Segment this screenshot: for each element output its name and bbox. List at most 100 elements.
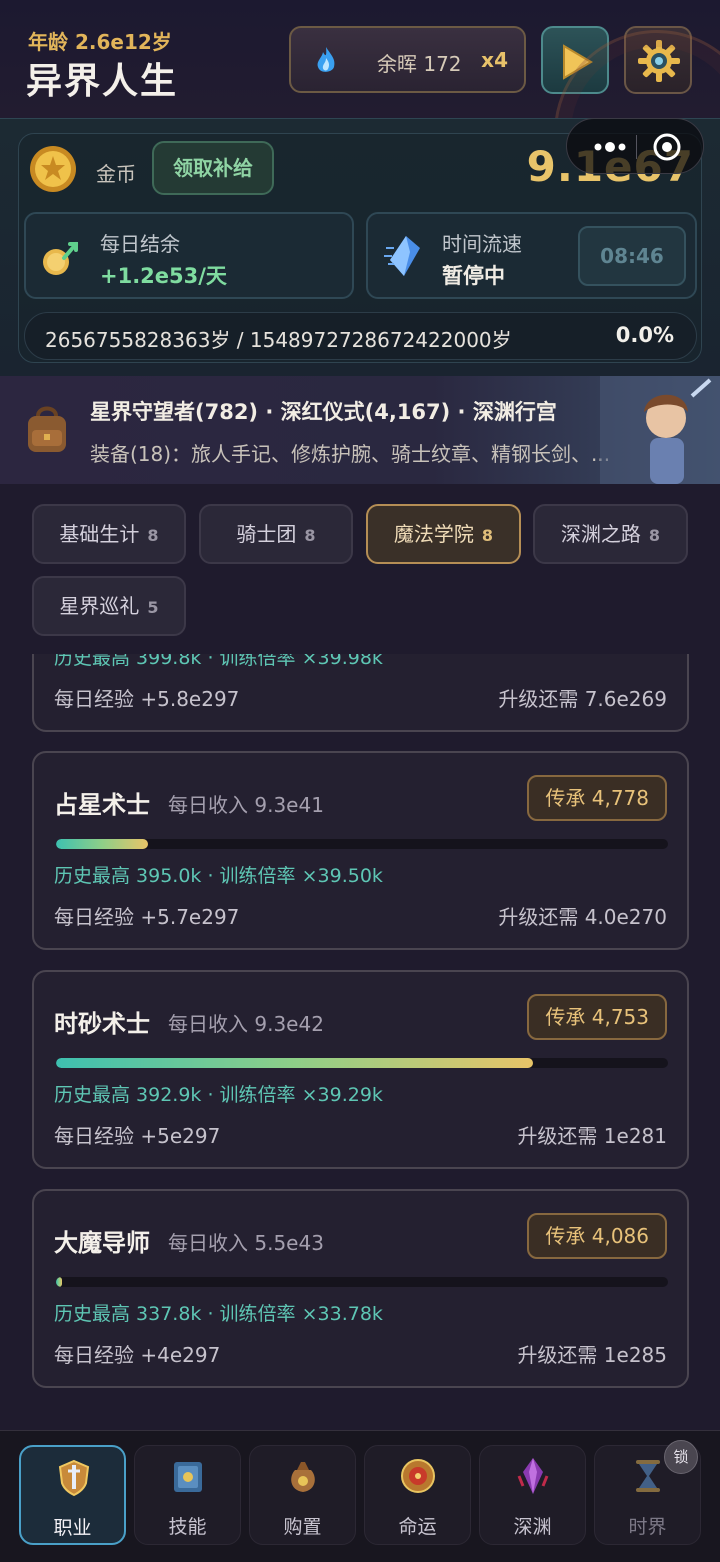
tab-abyss-path[interactable]: 深渊之路 8 [533, 504, 688, 564]
nav-label: 技能 [168, 1516, 207, 1538]
job-progress-fill [56, 1277, 63, 1287]
tab-count: 8 [648, 526, 661, 545]
app-title: 异界人生 [26, 61, 179, 102]
lifespan-percent: 0.0% [615, 323, 674, 347]
ember-label: 余晖 172 [377, 52, 462, 76]
tab-count: 8 [481, 526, 494, 545]
job-level-need: 升级还需 1e285 [517, 1343, 667, 1367]
job-card[interactable]: 占星术士 每日收入 9.3e41 传承 4,778 历史最高 395.0k · … [32, 751, 689, 950]
ember-counter[interactable]: 余晖 172 x4 [289, 26, 526, 93]
job-daily-exp: 每日经验 +5.8e297 [54, 687, 240, 711]
nav-label: 购置 [283, 1516, 322, 1538]
tab-label: 基础生计 [59, 522, 140, 546]
treasure-bag-icon [291, 1462, 315, 1492]
job-card[interactable]: 时砂术士 每日收入 9.3e42 传承 4,753 历史最高 392.9k · … [32, 970, 689, 1169]
daily-balance-card: 每日结余 +1.2e53/天 [24, 212, 354, 299]
backpack-icon [28, 406, 66, 452]
play-icon [563, 44, 593, 80]
tab-knight-order[interactable]: 骑士团 8 [199, 504, 353, 564]
job-history: 历史最高 392.9k · 训练倍率 ×39.29k [54, 1084, 383, 1106]
nav-label: 时界 [628, 1516, 667, 1538]
tab-basic-living[interactable]: 基础生计 8 [32, 504, 186, 564]
nav-fate[interactable]: 命运 [364, 1445, 471, 1545]
job-list[interactable]: 历史最高 399.8k · 训练倍率 ×39.98k 每日经验 +5.8e297… [0, 654, 720, 1430]
job-card[interactable]: 历史最高 399.8k · 训练倍率 ×39.98k 每日经验 +5.8e297… [32, 654, 689, 732]
nav-label: 深渊 [513, 1516, 552, 1538]
tab-label: 骑士团 [236, 522, 297, 546]
play-button[interactable] [541, 26, 609, 94]
job-progress-bar [56, 1277, 668, 1287]
coin-growth-icon [43, 242, 78, 275]
job-income: 每日收入 5.5e43 [168, 1231, 324, 1255]
time-speed-label: 时间流速 [442, 232, 522, 256]
more-dots-icon[interactable] [593, 137, 627, 157]
job-daily-exp: 每日经验 +5.7e297 [54, 905, 240, 929]
blue-flame-icon [317, 47, 335, 72]
abyss-crystal-icon [517, 1458, 549, 1494]
age-display: 年龄 2.6e12岁 [28, 30, 172, 54]
category-tabs: 基础生计 8 骑士团 8 魔法学院 8 深渊之路 8 星界巡礼 5 [0, 484, 720, 654]
inherit-button[interactable]: 传承 4,753 [527, 994, 667, 1040]
mini-program-capsule[interactable] [566, 118, 704, 174]
job-history: 历史最高 337.8k · 训练倍率 ×33.78k [54, 1303, 383, 1325]
spellbook-icon [174, 1462, 202, 1492]
sword-shield-icon [58, 1459, 90, 1497]
top-header: 年龄 2.6e12岁 异界人生 余晖 172 x4 [0, 0, 720, 236]
capsule-divider [636, 135, 637, 159]
daily-balance-value: +1.2e53/天 [100, 264, 227, 288]
lock-badge: 锁 [664, 1440, 698, 1474]
job-level-need: 升级还需 1e281 [517, 1124, 667, 1148]
job-history: 历史最高 395.0k · 训练倍率 ×39.50k [54, 865, 383, 887]
tab-count: 8 [147, 526, 159, 545]
hourglass-icon [636, 1460, 660, 1492]
tab-label: 深渊之路 [560, 522, 641, 546]
job-level-need: 升级还需 7.6e269 [498, 687, 667, 711]
inherit-button[interactable]: 传承 4,086 [527, 1213, 667, 1259]
tab-label: 魔法学院 [393, 522, 474, 546]
job-progress-bar [56, 1058, 668, 1068]
tab-count: 8 [304, 526, 316, 545]
coin-label: 金币 [96, 162, 136, 186]
job-card[interactable]: 大魔导师 每日收入 5.5e43 传承 4,086 历史最高 337.8k · … [32, 1189, 689, 1388]
tab-count: 5 [147, 598, 159, 617]
crystal-icon [384, 236, 420, 276]
job-progress-fill [56, 839, 148, 849]
gear-icon [638, 40, 680, 82]
claim-supplies-button[interactable]: 领取补给 [152, 141, 274, 195]
time-speed-card[interactable]: 时间流速 暂停中 08:46 [366, 212, 697, 299]
job-name: 占星术士 [54, 791, 150, 819]
hero-portrait [600, 376, 720, 484]
job-income: 每日收入 9.3e41 [168, 793, 324, 817]
tab-astral-pilgrimage[interactable]: 星界巡礼 5 [32, 576, 186, 636]
daily-balance-label: 每日结余 [100, 232, 180, 256]
nav-label: 命运 [398, 1516, 437, 1538]
job-level-need: 升级还需 4.0e270 [498, 905, 667, 929]
job-progress-bar [56, 839, 668, 849]
game-clock[interactable]: 08:46 [578, 226, 686, 286]
equipment-summary: 装备(18)：旅人手记、修炼护腕、骑士纹章、精钢长剑、... [90, 442, 611, 466]
nav-timeworld[interactable]: 锁 时界 [594, 1440, 701, 1545]
nav-skills[interactable]: 技能 [134, 1445, 241, 1545]
nav-purchase[interactable]: 购置 [249, 1445, 356, 1545]
speed-multiplier[interactable]: x4 [481, 48, 508, 72]
nav-label: 职业 [53, 1517, 92, 1539]
bottom-nav: 职业 技能 购置 命运 深渊 锁 时界 [0, 1430, 720, 1562]
job-name: 大魔导师 [54, 1229, 150, 1257]
job-progress-fill [56, 1058, 534, 1068]
tab-magic-academy[interactable]: 魔法学院 8 [366, 504, 521, 564]
job-daily-exp: 每日经验 +5e297 [54, 1124, 221, 1148]
nav-job[interactable]: 职业 [19, 1445, 126, 1545]
fate-wheel-icon [401, 1459, 435, 1493]
nav-abyss[interactable]: 深渊 [479, 1445, 586, 1545]
gold-coin-icon [30, 146, 76, 192]
title-summary: 星界守望者(782) · 深红仪式(4,167) · 深渊行宫 [90, 400, 557, 424]
inherit-button[interactable]: 传承 4,778 [527, 775, 667, 821]
job-history: 历史最高 399.8k · 训练倍率 ×39.98k [54, 654, 383, 669]
settings-button[interactable] [624, 26, 692, 94]
lifespan-progress: 2656755828363岁 / 1548972728672422000岁 0.… [24, 312, 697, 360]
tab-label: 星界巡礼 [59, 594, 140, 618]
job-income: 每日收入 9.3e42 [168, 1012, 324, 1036]
close-target-icon[interactable] [651, 131, 683, 163]
lifespan-range: 2656755828363岁 / 1548972728672422000岁 [45, 328, 512, 352]
job-daily-exp: 每日经验 +4e297 [54, 1343, 221, 1367]
